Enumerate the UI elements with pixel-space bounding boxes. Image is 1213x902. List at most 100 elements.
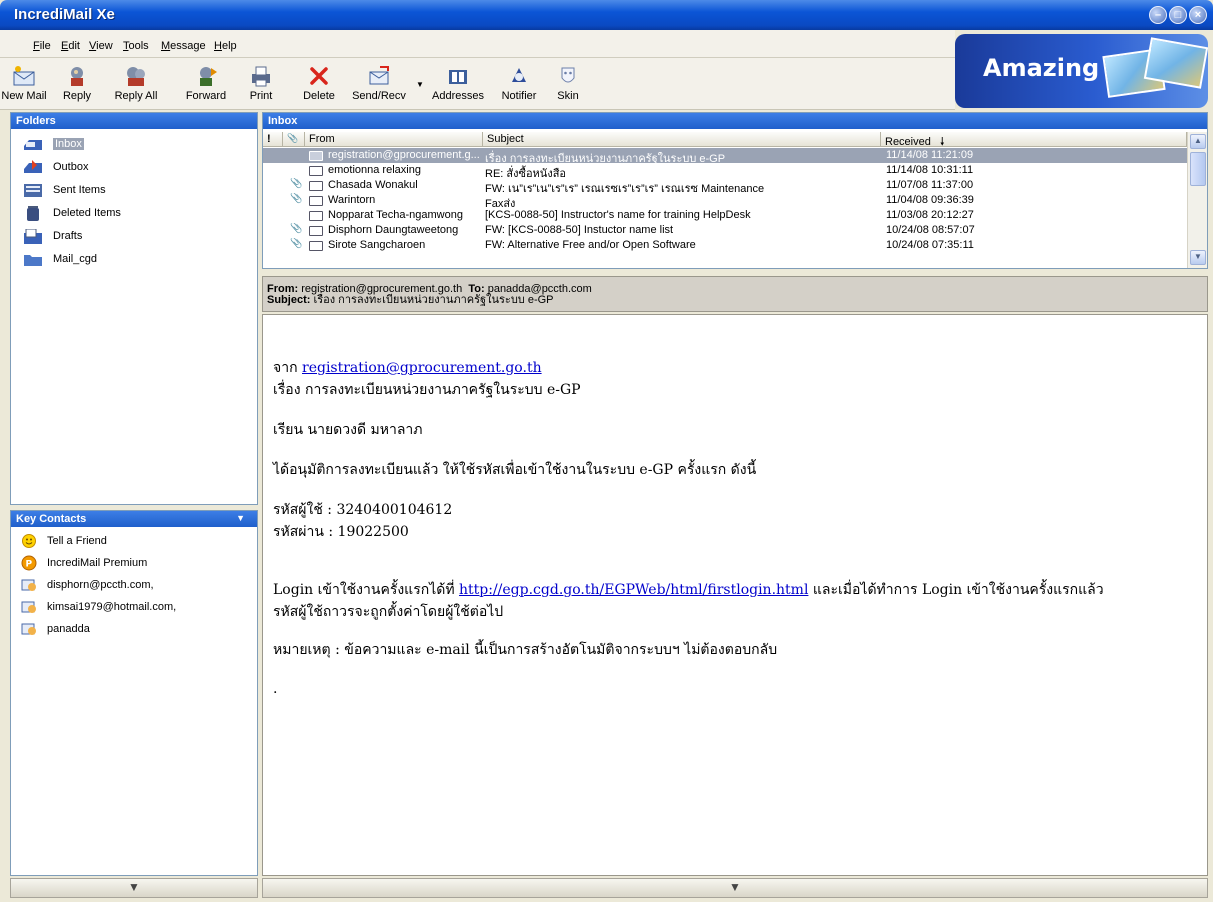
title-bar: IncrediMail Xe – □ × [0, 0, 1213, 30]
menu-file[interactable]: File [33, 40, 51, 52]
preview-scroll-button[interactable]: ▼ [262, 878, 1208, 898]
column-flag[interactable]: ! [263, 132, 283, 147]
notifier-icon [506, 64, 532, 88]
body-password: รหัสผ่าน : 19022500 [273, 524, 409, 540]
smiley-icon [21, 533, 37, 549]
addresses-button[interactable]: Addresses [430, 60, 486, 108]
trash-icon [23, 206, 43, 221]
outbox-icon [23, 160, 43, 175]
menu-bar: File Edit View Tools Message Help [0, 30, 955, 58]
incredimail-window: IncrediMail Xe – □ × File Edit View Tool… [0, 0, 1213, 902]
reply-all-button[interactable]: Reply All [108, 60, 164, 108]
skin-button[interactable]: Skin [553, 60, 583, 108]
envelope-icon [309, 241, 323, 251]
forward-button[interactable]: Forward [180, 60, 232, 108]
attachment-icon: 📎 [290, 178, 302, 189]
attachment-icon: 📎 [290, 193, 302, 204]
scroll-up-button[interactable]: ▲ [1190, 134, 1206, 149]
contact-card-icon [21, 599, 37, 615]
reply-all-icon [123, 64, 149, 88]
inbox-header: Inbox [263, 113, 1207, 129]
body-user-id: รหัสผู้ใช้ : 3240400104612 [273, 502, 453, 518]
forward-icon [193, 64, 219, 88]
column-subject[interactable]: Subject [483, 132, 881, 147]
menu-view[interactable]: View [89, 40, 113, 52]
sent-items-icon [23, 183, 43, 198]
send-receive-icon [366, 64, 392, 88]
amazing-banner[interactable]: Amazing [955, 34, 1208, 108]
folders-header: Folders [11, 113, 257, 129]
address-book-icon [445, 64, 471, 88]
body-approval: ได้อนุมัติการลงทะเบียนแล้ว ให้ใช้รหัสเพื… [273, 462, 757, 478]
message-row[interactable]: emotionna relaxing RE: สั่งซื้อหนังสือ 1… [263, 163, 1187, 180]
send-receive-button[interactable]: Send/Recv [346, 60, 412, 108]
envelope-icon [309, 166, 323, 176]
new-mail-button[interactable]: New Mail [1, 60, 47, 108]
key-contacts-header: Key Contacts ▼ [11, 511, 257, 527]
body-subject: เรื่อง การลงทะเบียนหน่วยงานภาครัฐในระบบ … [273, 382, 581, 398]
column-received[interactable]: Received 🠗 [881, 132, 1187, 148]
sender-email-link[interactable]: registration@gprocurement.go.th [302, 360, 542, 376]
banner-text: Amazing [983, 54, 1100, 82]
envelope-icon [309, 226, 323, 236]
svg-text:P: P [26, 560, 33, 570]
contact-card-icon [21, 577, 37, 593]
message-row[interactable]: registration@gprocurement.g... เรื่อง กา… [263, 148, 1187, 165]
inbox-icon [23, 137, 43, 152]
window-title: IncrediMail Xe [14, 6, 115, 23]
menu-edit[interactable]: Edit [61, 40, 80, 52]
message-row[interactable]: 📎 Warintorn Faxส่ง 11/04/08 09:36:39 [263, 193, 1187, 210]
column-from[interactable]: From [305, 132, 483, 147]
reply-button[interactable]: Reply [54, 60, 100, 108]
menu-message[interactable]: Message [161, 40, 206, 52]
chevron-down-icon[interactable]: ▼ [236, 513, 245, 523]
folder-icon [23, 252, 43, 267]
body-login-note: รหัสผู้ใช้ถาวรจะถูกตั้งค่าโดยผู้ใช้ต่อไป [273, 604, 504, 620]
message-list-columns: ! 📎 From Subject Received 🠗 [263, 132, 1187, 148]
message-row[interactable]: 📎 Chasada Wonakul FW: เน”เร”เน”เร”เร” เร… [263, 178, 1187, 195]
delete-button[interactable]: Delete [298, 60, 340, 108]
print-button[interactable]: Print [243, 60, 279, 108]
column-attachment[interactable]: 📎 [283, 132, 305, 147]
reply-icon [64, 64, 90, 88]
minimize-button[interactable]: – [1149, 6, 1167, 24]
premium-icon: P [21, 555, 37, 571]
new-mail-icon [11, 64, 37, 88]
maximize-button[interactable]: □ [1169, 6, 1187, 24]
sort-arrow-icon: 🠗 [939, 136, 945, 148]
send-receive-dropdown-arrow[interactable]: ▼ [416, 80, 424, 89]
message-header: From: registration@gprocurement.go.th To… [262, 276, 1208, 312]
header-subject: เรื่อง การลงทะเบียนหน่วยงานภาครัฐในระบบ … [313, 294, 554, 306]
envelope-icon [309, 181, 323, 191]
message-row[interactable]: Nopparat Techa-ngamwong [KCS-0088-50] In… [263, 208, 1187, 223]
envelope-icon [309, 211, 323, 221]
scroll-thumb[interactable] [1190, 152, 1206, 186]
envelope-icon [309, 196, 323, 206]
scroll-down-button[interactable]: ▼ [1190, 250, 1206, 265]
left-pane-scroll-button[interactable]: ▼ [10, 878, 258, 898]
skin-icon [555, 64, 581, 88]
body-greeting: เรียน นายดวงดี มหาลาภ [273, 422, 423, 438]
message-list: Inbox ! 📎 From Subject Received 🠗 regist… [262, 112, 1208, 269]
toolbar: New Mail Reply Reply All Forward Print D… [0, 58, 955, 110]
message-body[interactable]: จาก registration@gprocurement.go.th เรื่… [262, 314, 1208, 876]
message-row[interactable]: 📎 Disphorn Daungtaweetong FW: [KCS-0088-… [263, 223, 1187, 238]
key-contacts-pane: Key Contacts ▼ Tell a Friend P IncrediMa… [10, 510, 258, 876]
attachment-icon: 📎 [290, 238, 302, 249]
drafts-icon [23, 228, 43, 244]
notifier-button[interactable]: Notifier [496, 60, 542, 108]
folders-pane: Folders Inbox Outbox Sent Items Deleted … [10, 112, 258, 505]
envelope-icon [309, 151, 323, 161]
attachment-icon: 📎 [290, 223, 302, 234]
body-trailing: . [273, 681, 278, 697]
message-list-scrollbar[interactable]: ▲ ▼ [1187, 132, 1207, 268]
close-button[interactable]: × [1189, 6, 1207, 24]
menu-help[interactable]: Help [214, 40, 237, 52]
contact-card-icon [21, 621, 37, 637]
message-row[interactable]: 📎 Sirote Sangcharoen FW: Alternative Fre… [263, 238, 1187, 253]
first-login-link[interactable]: http://egp.cgd.go.th/EGPWeb/html/firstlo… [459, 582, 808, 598]
print-icon [248, 64, 274, 88]
body-note: หมายเหตุ : ข้อความและ e-mail นี้เป็นการส… [273, 642, 778, 658]
menu-tools[interactable]: Tools [123, 40, 149, 52]
delete-icon [306, 64, 332, 88]
